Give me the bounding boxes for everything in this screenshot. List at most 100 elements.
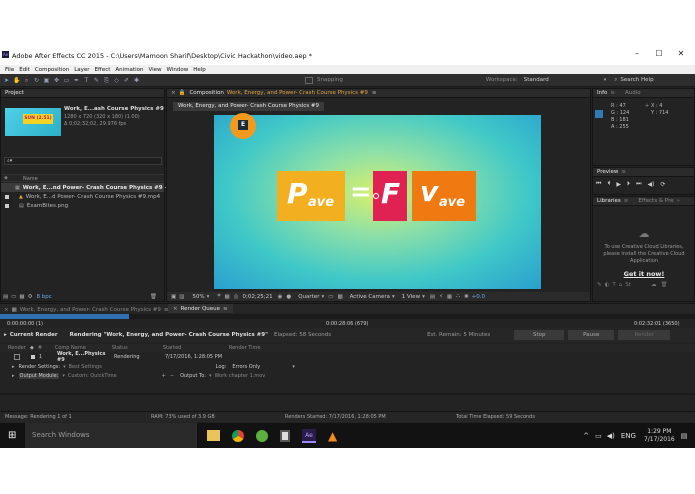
next-frame-icon[interactable]: ⏵ [627, 180, 630, 188]
output-to-value[interactable]: Work chapter 1.mov [215, 373, 266, 379]
menu-icon[interactable]: ≡ [223, 306, 228, 312]
composition-viewer[interactable]: E P ave = F v ave [214, 113, 541, 289]
column-started[interactable]: Started [163, 345, 229, 351]
output-module-value[interactable]: Custom: QuickTime [68, 373, 117, 379]
new-composition-icon[interactable]: ▦ [19, 294, 24, 300]
column-render-time[interactable]: Render Time [229, 345, 261, 351]
stock-icon[interactable]: St [625, 282, 631, 288]
pause-button[interactable]: Pause [568, 330, 615, 340]
expand-triangle-icon[interactable]: ▸ [12, 373, 15, 379]
chevron-down-icon[interactable]: ▾ [422, 294, 425, 300]
info-tab[interactable]: Info [597, 89, 607, 97]
flowchart-icon[interactable]: ⛬ [456, 293, 460, 300]
graphic-icon[interactable]: ⌂ [619, 282, 623, 288]
interpret-footage-icon[interactable]: ▤ [3, 294, 8, 300]
color-icon[interactable]: ◐ [605, 282, 610, 288]
menu-effect[interactable]: Effect [95, 67, 111, 73]
chevron-down-icon[interactable]: ▾ [292, 364, 295, 370]
column-render[interactable]: Render [8, 345, 30, 351]
vlc-icon[interactable]: ▲ [328, 429, 337, 443]
windows-start-icon[interactable]: ⊞ [8, 430, 18, 441]
expand-triangle-icon[interactable]: ▸ [12, 364, 15, 370]
composition-tab-label[interactable]: Composition [189, 89, 223, 97]
lock-icon[interactable]: 🔒 [179, 89, 186, 97]
close-tab-icon[interactable]: × [171, 89, 176, 97]
exposure-icon[interactable]: ✺ [464, 294, 469, 300]
always-preview-icon[interactable]: ▣ [171, 294, 176, 300]
grid-icon[interactable]: ▦ [225, 294, 230, 300]
menu-edit[interactable]: Edit [19, 67, 30, 73]
show-hidden-icons[interactable]: ^ [583, 432, 589, 440]
add-output-icon[interactable]: + [162, 373, 166, 379]
remove-output-icon[interactable]: − [170, 373, 174, 379]
audio-icon[interactable]: ◀) [647, 181, 654, 188]
menu-view[interactable]: View [148, 67, 161, 73]
channels-icon[interactable]: ● [286, 294, 291, 300]
anchor-point-icon[interactable] [373, 193, 379, 199]
render-queue-tab-label[interactable]: Render Queue [181, 306, 220, 312]
stop-button[interactable]: Stop [514, 330, 565, 340]
magnification-dropdown[interactable]: 50% [192, 294, 204, 300]
audio-tab[interactable]: Audio [625, 89, 641, 97]
menu-animation[interactable]: Animation [115, 67, 143, 73]
search-help-icon[interactable]: ⌕ [614, 77, 617, 84]
resolution-dropdown[interactable]: Quarter [298, 294, 319, 300]
render-settings-value[interactable]: Best Settings [69, 364, 102, 370]
render-checkbox[interactable] [14, 354, 20, 360]
calculator-icon[interactable] [280, 429, 290, 442]
snapping-checkbox[interactable] [305, 76, 313, 84]
camera-dropdown[interactable]: Active Camera [350, 294, 390, 300]
chrome-icon[interactable] [232, 429, 244, 442]
column-number[interactable]: # [38, 345, 55, 351]
file-explorer-icon[interactable] [207, 430, 220, 441]
minimize-button[interactable]: – [630, 49, 644, 61]
previous-frame-icon[interactable]: ⏴ [607, 180, 610, 188]
expand-triangle-icon[interactable]: ▸ [4, 332, 7, 338]
menu-window[interactable]: Window [167, 67, 189, 73]
rotate-tool-icon[interactable]: ↻ [33, 77, 40, 84]
mask-icon[interactable]: ◎ [234, 294, 239, 300]
maximize-button[interactable]: ☐ [652, 49, 666, 61]
last-frame-icon[interactable]: ⏭ [636, 180, 641, 188]
close-button[interactable]: ✕ [674, 49, 688, 61]
play-icon[interactable]: ▶ [616, 181, 621, 188]
language-indicator[interactable]: ENG [621, 432, 636, 440]
notifications-icon[interactable]: ▤ [681, 432, 688, 440]
effects-tab[interactable]: Effects & Pre [638, 197, 673, 205]
snapshot-icon[interactable]: ◉ [278, 294, 283, 300]
cloud-sync-icon[interactable]: ☁ [651, 282, 657, 288]
menu-icon[interactable]: ≡ [610, 89, 615, 97]
chevron-down-icon[interactable]: ▾ [392, 294, 395, 300]
fast-previews-icon[interactable]: ⚡ [439, 294, 443, 300]
rectangle-tool-icon[interactable]: ▭ [63, 77, 70, 84]
clone-stamp-tool-icon[interactable]: ⎘ [103, 77, 110, 84]
menu-file[interactable]: File [5, 67, 14, 73]
menu-icon[interactable]: ≡ [624, 197, 629, 205]
search-windows-input[interactable]: Search Windows [25, 423, 197, 448]
menu-icon[interactable]: ≡ [621, 168, 626, 176]
libraries-tab[interactable]: Libraries [597, 197, 621, 205]
views-dropdown[interactable]: 1 View [402, 294, 420, 300]
brush-tool-icon[interactable]: ✎ [93, 77, 100, 84]
chevron-down-icon[interactable]: ▾ [207, 294, 210, 300]
preview-tab[interactable]: Preview [597, 168, 618, 176]
menu-composition[interactable]: Composition [35, 67, 69, 73]
zoom-tool-icon[interactable]: ⌕ [23, 77, 30, 84]
puppet-tool-icon[interactable]: ✱ [133, 77, 140, 84]
composition-subtab[interactable]: Work, Energy, and Power- Crash Course Ph… [173, 102, 324, 111]
trash-icon[interactable]: 🗑 [150, 294, 157, 300]
menu-layer[interactable]: Layer [74, 67, 89, 73]
composition-tab-name[interactable]: Work, Energy, and Power- Crash Course Ph… [227, 89, 368, 97]
column-status[interactable]: Status [112, 345, 163, 351]
current-timecode[interactable]: 0;02;25;21 [243, 294, 273, 300]
chevron-down-icon[interactable]: ▾ [604, 77, 607, 83]
roto-brush-tool-icon[interactable]: ✐ [123, 77, 130, 84]
menu-help[interactable]: Help [193, 67, 206, 73]
camera-tool-icon[interactable]: ▣ [43, 77, 50, 84]
settings-icon[interactable]: ⚙ [28, 294, 33, 300]
close-tab-icon[interactable]: × [173, 306, 178, 312]
render-queue-item[interactable]: 1 Work, E...Physics #9 Rendering 7/17/20… [0, 351, 695, 363]
hand-tool-icon[interactable]: ✋ [13, 77, 20, 84]
exposure-value[interactable]: +0.0 [472, 294, 485, 300]
project-file-row[interactable]: ▲ Work, E...d Power- Crash Course Physic… [1, 192, 164, 201]
